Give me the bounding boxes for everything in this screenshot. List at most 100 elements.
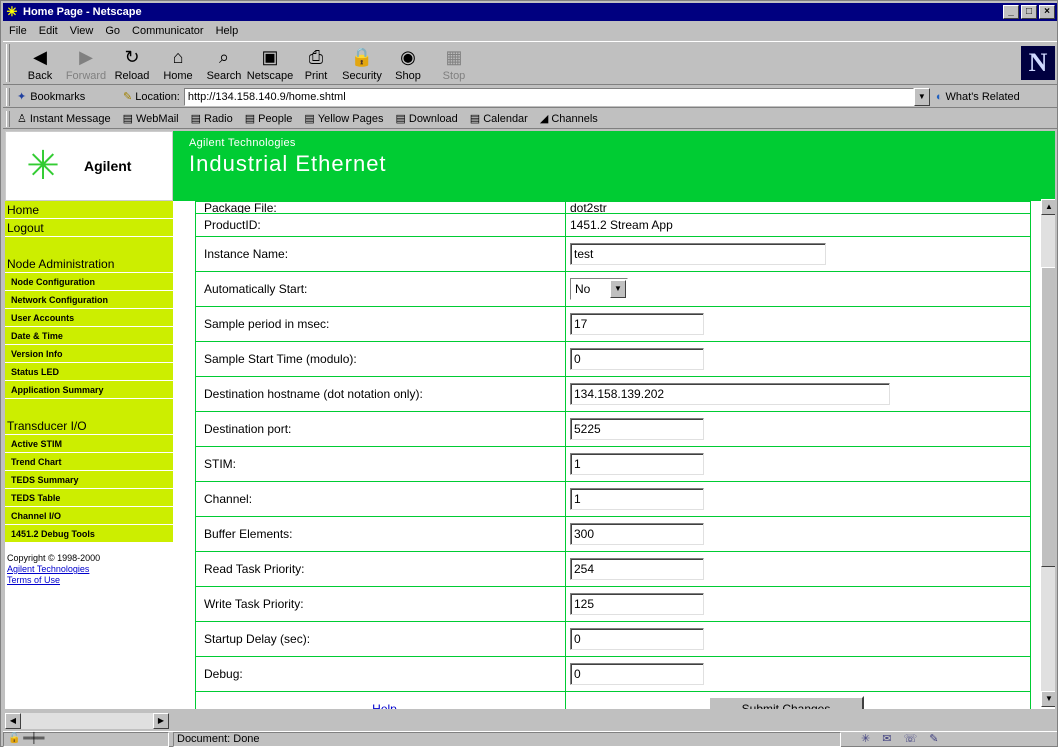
sidebar-item-channel-i-o[interactable]: Channel I/O	[5, 507, 173, 525]
forward-button[interactable]: ▶ Forward	[63, 44, 109, 84]
personal-item-download[interactable]: ▤ Download	[395, 112, 457, 126]
back-arrow-icon: ◀	[33, 47, 47, 67]
whats-related-button[interactable]: ◐ What's Related	[936, 91, 1020, 103]
sidebar-item-status-led[interactable]: Status LED	[5, 363, 173, 381]
channel-input[interactable]: 1	[570, 488, 704, 510]
scroll-up-button[interactable]: ▲	[1041, 199, 1055, 215]
instance-name-input[interactable]: test	[570, 243, 826, 265]
maximize-button[interactable]: □	[1021, 5, 1037, 19]
field-label: Debug:	[195, 656, 566, 692]
sidebar-item-version-info[interactable]: Version Info	[5, 345, 173, 363]
status-text: Document: Done	[173, 732, 841, 747]
auto-start-select[interactable]: No ▼	[570, 278, 628, 300]
menu-file[interactable]: File	[3, 25, 33, 37]
menu-communicator[interactable]: Communicator	[126, 25, 210, 37]
scroll-left-button[interactable]: ◀	[5, 713, 21, 729]
mail-icon[interactable]: ✉	[882, 732, 891, 747]
form-row: Channel: 1	[195, 481, 1031, 517]
menu-help[interactable]: Help	[210, 25, 245, 37]
print-button[interactable]: ⎙ Print	[293, 44, 339, 84]
personal-item-label: Channels	[551, 112, 598, 125]
personal-item-calendar[interactable]: ▤ Calendar	[470, 112, 528, 126]
package-file-value: dot2str	[565, 201, 1031, 214]
destination-port-input[interactable]: 5225	[570, 418, 704, 440]
sidebar-item-application-summary[interactable]: Application Summary	[5, 381, 173, 399]
terms-link[interactable]: Terms of Use	[7, 575, 171, 586]
menu-go[interactable]: Go	[99, 25, 126, 37]
location-input[interactable]: http://134.158.140.9/home.shtml	[183, 87, 914, 106]
chevron-down-icon[interactable]: ▼	[610, 280, 626, 298]
personal-item-channels[interactable]: ◢ Channels	[540, 112, 598, 126]
stop-button[interactable]: ▦ Stop	[431, 44, 477, 84]
sample-start-time-modulo-input[interactable]: 0	[570, 348, 704, 370]
submit-changes-button[interactable]: Submit Changes	[708, 696, 864, 709]
sidebar-item-home[interactable]: Home	[5, 201, 173, 219]
personal-item-instant-message[interactable]: ♙ Instant Message	[17, 112, 111, 126]
product-title: Industrial Ethernet	[189, 151, 387, 176]
security-status-icon[interactable]: 🔓 ═╪═	[3, 732, 169, 747]
help-link[interactable]: Help	[204, 702, 565, 709]
search-button[interactable]: ⌕ Search	[201, 44, 247, 84]
sidebar-item-1451-2-debug-tools[interactable]: 1451.2 Debug Tools	[5, 525, 173, 543]
home-button[interactable]: ⌂ Home	[155, 44, 201, 84]
sidebar-item-date-time[interactable]: Date & Time	[5, 327, 173, 345]
sidebar-item-network-configuration[interactable]: Network Configuration	[5, 291, 173, 309]
back-button[interactable]: ◀ Back	[17, 44, 63, 84]
personal-item-webmail[interactable]: ▤ WebMail	[123, 112, 179, 126]
close-button[interactable]: ×	[1039, 5, 1055, 19]
destination-hostname-dot-notation-only-input[interactable]: 134.158.139.202	[570, 383, 890, 405]
write-task-priority-input[interactable]: 125	[570, 593, 704, 615]
composer-icon[interactable]: ✎	[929, 732, 938, 747]
debug-input[interactable]: 0	[570, 663, 704, 685]
menu-edit[interactable]: Edit	[33, 25, 64, 37]
shop-button[interactable]: ◉ Shop	[385, 44, 431, 84]
sidebar-item-active-stim[interactable]: Active STIM	[5, 435, 173, 453]
form-row: Debug: 0	[195, 656, 1031, 692]
buffer-elements-input[interactable]: 300	[570, 523, 704, 545]
netscape-button[interactable]: ▣ Netscape	[247, 44, 293, 84]
sidebar-item-user-accounts[interactable]: User Accounts	[5, 309, 173, 327]
reload-button[interactable]: ↻ Reload	[109, 44, 155, 84]
field-value-cell: 1	[565, 446, 1031, 482]
personal-grip[interactable]	[6, 111, 10, 127]
personal-item-people[interactable]: ▤ People	[245, 112, 293, 126]
sidebar-item-trend-chart[interactable]: Trend Chart	[5, 453, 173, 471]
vertical-scrollbar[interactable]: ▲ ▼	[1041, 199, 1055, 707]
agilent-logo-text: Agilent	[84, 158, 132, 174]
company-link[interactable]: Agilent Technologies	[7, 564, 171, 575]
minimize-button[interactable]: _	[1003, 5, 1019, 19]
personal-item-radio[interactable]: ▤ Radio	[191, 112, 233, 126]
sidebar-section-transducer-io: Transducer I/O	[5, 417, 173, 435]
sidebar-item-node-configuration[interactable]: Node Configuration	[5, 273, 173, 291]
navigator-icon[interactable]: ✳	[861, 732, 870, 747]
location-grip[interactable]	[6, 88, 10, 106]
field-value-cell: No ▼	[565, 271, 1031, 307]
personal-item-yellow-pages[interactable]: ▤ Yellow Pages	[304, 112, 383, 126]
sidebar-item-logout[interactable]: Logout	[5, 219, 173, 237]
menu-view[interactable]: View	[64, 25, 100, 37]
application-config-form: Package File: dot2str ProductID: 1451.2 …	[195, 201, 1031, 709]
horizontal-scrollbar[interactable]: ◀ ▶	[5, 713, 169, 729]
sidebar: Home Logout Node Administration Node Con…	[5, 201, 173, 709]
field-value-cell: 0	[565, 341, 1031, 377]
startup-delay-sec-input[interactable]: 0	[570, 628, 704, 650]
location-dropdown-button[interactable]: ▼	[913, 87, 930, 106]
sidebar-item-teds-summary[interactable]: TEDS Summary	[5, 471, 173, 489]
scroll-right-button[interactable]: ▶	[153, 713, 169, 729]
form-row: ProductID: 1451.2 Stream App	[195, 213, 1031, 237]
toolbar-grip[interactable]	[6, 44, 10, 82]
sample-period-in-msec-input[interactable]: 17	[570, 313, 704, 335]
read-task-priority-input[interactable]: 254	[570, 558, 704, 580]
page-proxy-icon[interactable]: ✎	[123, 90, 132, 103]
personal-item-label: Calendar	[483, 112, 528, 125]
stim-input[interactable]: 1	[570, 453, 704, 475]
netscape-logo-icon[interactable]: N	[1021, 46, 1055, 80]
bookmarks-button[interactable]: ✦ Bookmarks	[17, 90, 117, 104]
security-button[interactable]: 🔒 Security	[339, 44, 385, 84]
scroll-down-button[interactable]: ▼	[1041, 691, 1055, 707]
sidebar-item-teds-table[interactable]: TEDS Table	[5, 489, 173, 507]
discussion-icon[interactable]: ☏	[903, 732, 917, 747]
field-label: Sample Start Time (modulo):	[195, 341, 566, 377]
scroll-thumb[interactable]	[1041, 267, 1055, 567]
